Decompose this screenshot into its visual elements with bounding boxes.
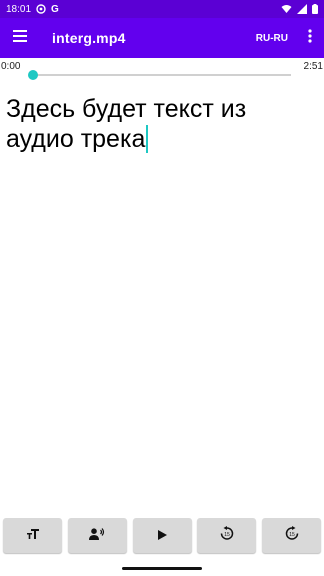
settings-icon	[36, 4, 46, 14]
more-vert-icon	[308, 28, 312, 48]
transcript-text: Здесь будет текст из аудио трека	[6, 95, 247, 153]
wifi-icon	[281, 4, 292, 14]
menu-button[interactable]	[0, 18, 40, 58]
text-cursor	[146, 125, 149, 153]
seek-thumb[interactable]	[28, 70, 38, 80]
svg-text:15: 15	[224, 532, 230, 538]
forward-15-button[interactable]: 15	[262, 518, 321, 553]
signal-icon	[297, 4, 307, 14]
voice-button[interactable]	[67, 518, 127, 553]
language-button[interactable]: RU-RU	[248, 33, 296, 44]
navigation-bar	[0, 556, 324, 576]
total-time: 2:51	[303, 61, 323, 72]
text-size-icon	[26, 527, 40, 545]
svg-text:15: 15	[289, 532, 295, 538]
status-bar: 18:01 G	[0, 0, 324, 18]
player-controls: 15 15	[0, 518, 324, 556]
app-bar: interg.mp4 RU-RU	[0, 18, 324, 58]
play-button[interactable]	[132, 518, 192, 553]
home-gesture-handle[interactable]	[122, 567, 202, 570]
voice-icon	[89, 527, 105, 545]
forward-15-icon: 15	[285, 525, 299, 546]
seek-track[interactable]	[33, 74, 291, 76]
app-title: interg.mp4	[52, 30, 126, 46]
transcript-text-area[interactable]: Здесь будет текст из аудио трека	[6, 94, 316, 154]
current-time: 0:00	[1, 61, 21, 72]
battery-icon	[312, 4, 318, 14]
rewind-15-icon: 15	[220, 525, 234, 546]
text-size-button[interactable]	[3, 518, 62, 553]
status-time: 18:01	[6, 3, 32, 15]
play-icon	[157, 527, 167, 545]
rewind-15-button[interactable]: 15	[197, 518, 257, 553]
menu-icon	[13, 29, 27, 47]
google-icon: G	[51, 3, 59, 15]
more-options-button[interactable]	[296, 18, 324, 58]
seek-bar-row: 0:00 2:51	[0, 58, 324, 88]
